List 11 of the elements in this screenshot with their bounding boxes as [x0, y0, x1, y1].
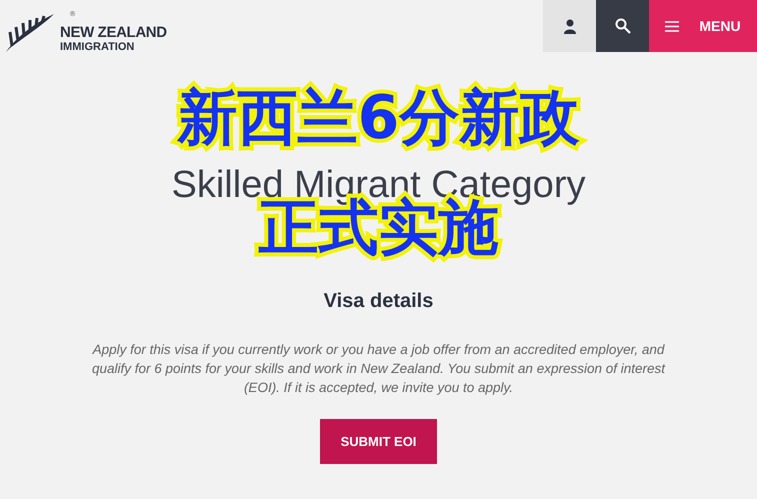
account-button[interactable] [543, 0, 596, 52]
submit-eoi-button[interactable]: SUBMIT EOI [320, 419, 437, 464]
section-heading: Visa details [324, 289, 434, 314]
menu-icon [665, 20, 680, 32]
menu-button[interactable]: MENU [649, 0, 757, 52]
logo-wordmark: NEW ZEALAND [60, 25, 167, 40]
logo-wordmark-subtitle: IMMIGRATION [60, 42, 136, 53]
person-icon [564, 18, 576, 34]
search-button[interactable] [596, 0, 649, 52]
visa-description: Apply for this visa if you currently work or you have a job offer from an accredited employer, and qualify for 6 points for your skills and work in New Zealand. You submit an expression of interest (EOI). If it is accepted, we invite you to apply. [90, 341, 666, 397]
search-icon [614, 18, 630, 34]
